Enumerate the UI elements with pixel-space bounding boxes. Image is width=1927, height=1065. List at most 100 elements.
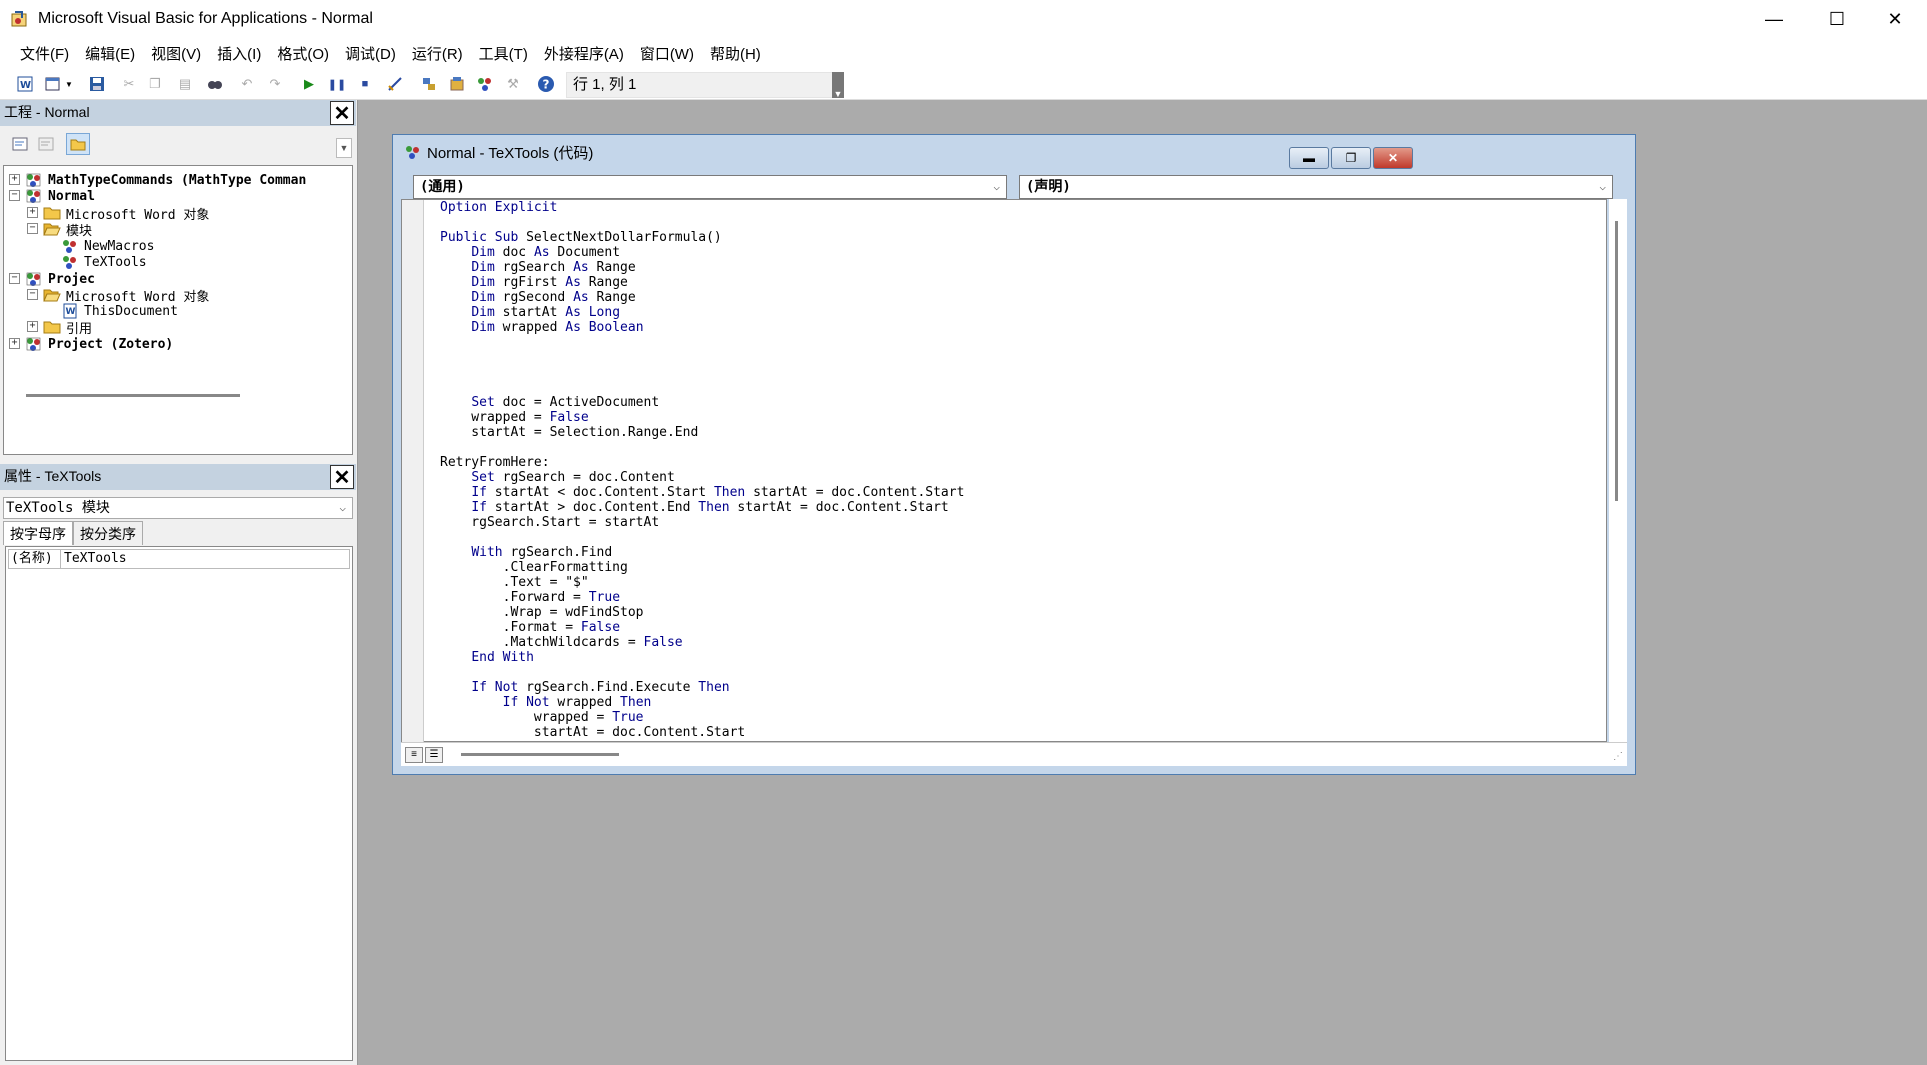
horizontal-scroll-thumb[interactable]: [461, 753, 619, 756]
code-line[interactable]: Set rgSearch = doc.Content: [440, 470, 1600, 485]
code-line[interactable]: [440, 530, 1600, 545]
collapse-icon[interactable]: −: [27, 289, 38, 300]
property-row-name[interactable]: (名称) TeXTools: [8, 549, 350, 569]
chevron-down-icon[interactable]: ▼: [60, 75, 78, 93]
expand-icon[interactable]: +: [27, 321, 38, 332]
code-window-close-button[interactable]: ✕: [1373, 147, 1413, 169]
word-icon[interactable]: W: [16, 75, 34, 93]
minimize-button[interactable]: —: [1745, 0, 1803, 38]
code-line[interactable]: Dim rgSecond As Range: [440, 290, 1600, 305]
object-combo[interactable]: (通用) ⌵: [413, 175, 1007, 199]
view-object-icon[interactable]: [34, 133, 58, 155]
break-icon[interactable]: ❚❚: [328, 75, 346, 93]
toggle-folders-icon[interactable]: [66, 133, 90, 155]
cut-icon[interactable]: ✂: [120, 75, 138, 93]
code-line[interactable]: [440, 215, 1600, 230]
menu-file[interactable]: 文件(F): [12, 43, 77, 64]
procedure-combo[interactable]: (声明) ⌵: [1019, 175, 1613, 199]
properties-window-icon[interactable]: [448, 75, 466, 93]
expand-icon[interactable]: +: [27, 207, 38, 218]
project-pane-close-button[interactable]: ✕: [330, 101, 354, 125]
reset-icon[interactable]: ■: [356, 75, 374, 93]
code-line[interactable]: Option Explicit: [440, 200, 1600, 215]
collapse-icon[interactable]: −: [9, 190, 20, 201]
code-line[interactable]: If startAt < doc.Content.Start Then star…: [440, 485, 1600, 500]
code-editor[interactable]: Option Explicit Public Sub SelectNextDoll…: [401, 199, 1607, 743]
code-line[interactable]: [440, 365, 1600, 380]
object-browser-icon[interactable]: [476, 75, 494, 93]
code-line[interactable]: End With: [440, 650, 1600, 665]
menu-edit[interactable]: 编辑(E): [77, 43, 143, 64]
code-line[interactable]: rgSearch.Start = startAt: [440, 515, 1600, 530]
code-line[interactable]: .Forward = True: [440, 590, 1600, 605]
code-line[interactable]: If Not rgSearch.Find.Execute Then: [440, 680, 1600, 695]
tab-categorized[interactable]: 按分类序: [73, 521, 143, 545]
property-value[interactable]: TeXTools: [61, 550, 127, 568]
code-line[interactable]: startAt = doc.Content.Start: [440, 725, 1600, 740]
find-icon[interactable]: [206, 75, 224, 93]
menu-tools[interactable]: 工具(T): [471, 43, 536, 64]
menu-addins[interactable]: 外接程序(A): [536, 43, 632, 64]
copy-icon[interactable]: ❐: [146, 75, 164, 93]
code-line[interactable]: .Format = False: [440, 620, 1600, 635]
code-line[interactable]: With rgSearch.Find: [440, 545, 1600, 560]
code-line[interactable]: If Not wrapped Then: [440, 695, 1600, 710]
close-button[interactable]: ✕: [1866, 0, 1924, 38]
code-line[interactable]: Dim startAt As Long: [440, 305, 1600, 320]
save-icon[interactable]: [88, 75, 106, 93]
menu-format[interactable]: 格式(O): [269, 43, 337, 64]
code-margin-indicator-bar[interactable]: [402, 200, 424, 743]
tab-alphabetic[interactable]: 按字母序: [3, 521, 73, 545]
code-line[interactable]: [440, 380, 1600, 395]
menu-run[interactable]: 运行(R): [404, 43, 471, 64]
code-line[interactable]: Public Sub SelectNextDollarFormula(): [440, 230, 1600, 245]
collapse-icon[interactable]: −: [27, 223, 38, 234]
code-window-restore-button[interactable]: ❐: [1331, 147, 1371, 169]
menu-view[interactable]: 视图(V): [143, 43, 209, 64]
code-line[interactable]: Dim rgSearch As Range: [440, 260, 1600, 275]
run-icon[interactable]: ▶: [300, 75, 318, 93]
help-icon[interactable]: ?: [537, 75, 555, 93]
code-line[interactable]: wrapped = True: [440, 710, 1600, 725]
collapse-icon[interactable]: −: [9, 273, 20, 284]
expand-icon[interactable]: +: [9, 338, 20, 349]
code-line[interactable]: .Wrap = wdFindStop: [440, 605, 1600, 620]
tree-item[interactable]: + Project (Zotero): [9, 334, 173, 354]
code-line[interactable]: Set doc = ActiveDocument: [440, 395, 1600, 410]
code-line[interactable]: Dim wrapped As Boolean: [440, 320, 1600, 335]
code-line[interactable]: [440, 440, 1600, 455]
properties-object-combo[interactable]: TeXTools 模块 ⌵: [3, 497, 353, 519]
code-line[interactable]: .Text = "$": [440, 575, 1600, 590]
menu-help[interactable]: 帮助(H): [702, 43, 769, 64]
toolbar-options-grip[interactable]: ▼: [832, 72, 844, 99]
code-line[interactable]: RetryFromHere:: [440, 455, 1600, 470]
tree-scroll-down-icon[interactable]: ▼: [336, 138, 352, 158]
code-line[interactable]: Dim doc As Document: [440, 245, 1600, 260]
maximize-button[interactable]: ☐: [1808, 0, 1866, 38]
paste-icon[interactable]: ▤: [176, 75, 194, 93]
expand-icon[interactable]: +: [9, 174, 20, 185]
undo-icon[interactable]: ↶: [238, 75, 256, 93]
vertical-scroll-thumb[interactable]: [1615, 221, 1618, 501]
properties-pane-close-button[interactable]: ✕: [330, 465, 354, 489]
code-window-minimize-button[interactable]: ▬: [1289, 147, 1329, 169]
code-line[interactable]: Dim rgFirst As Range: [440, 275, 1600, 290]
code-line[interactable]: [440, 335, 1600, 350]
code-line[interactable]: [440, 350, 1600, 365]
toolbox-icon[interactable]: ⚒: [504, 75, 522, 93]
design-mode-icon[interactable]: [386, 75, 404, 93]
code-line[interactable]: .MatchWildcards = False: [440, 635, 1600, 650]
code-line[interactable]: If startAt > doc.Content.End Then startA…: [440, 500, 1600, 515]
redo-icon[interactable]: ↷: [266, 75, 284, 93]
code-line[interactable]: [440, 665, 1600, 680]
resize-grip-icon[interactable]: ⋰: [1613, 751, 1623, 762]
code-line[interactable]: wrapped = False: [440, 410, 1600, 425]
menu-debug[interactable]: 调试(D): [337, 43, 404, 64]
project-explorer-icon[interactable]: [420, 75, 438, 93]
code-vertical-scrollbar[interactable]: [1609, 199, 1627, 742]
code-line[interactable]: startAt = Selection.Range.End: [440, 425, 1600, 440]
menu-insert[interactable]: 插入(I): [209, 43, 269, 64]
tree-horizontal-scroll-thumb[interactable]: [26, 394, 240, 397]
menu-window[interactable]: 窗口(W): [632, 43, 702, 64]
code-line[interactable]: .ClearFormatting: [440, 560, 1600, 575]
